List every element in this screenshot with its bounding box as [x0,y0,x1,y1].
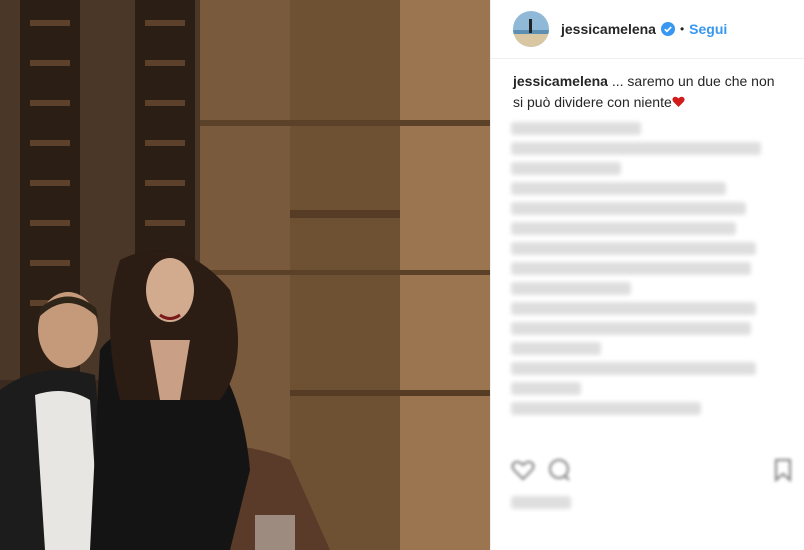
blurred-line [511,362,756,375]
post-caption: jessicamelena ... saremo un due che non … [491,59,804,113]
avatar[interactable] [513,11,549,47]
blurred-line [511,242,756,255]
comment-icon[interactable] [547,458,571,482]
blurred-line [511,162,621,175]
post-actions [511,458,795,509]
caption-username[interactable]: jessicamelena [513,73,608,89]
blurred-line [511,202,746,215]
save-icon[interactable] [771,458,795,482]
like-icon[interactable] [511,458,535,482]
blurred-line [511,302,756,315]
verified-badge-icon [660,22,675,36]
blurred-line [511,282,631,295]
post-header: jessicamelena • Segui [491,0,804,59]
post-panel: jessicamelena • Segui jessicamelena ... … [490,0,804,550]
blurred-line [511,496,571,509]
blurred-line [511,142,761,155]
header-separator: • [679,22,685,36]
blurred-comments [511,122,801,422]
blurred-line [511,262,751,275]
follow-button[interactable]: Segui [689,21,727,37]
blurred-line [511,222,736,235]
post-photo [0,0,490,550]
blurred-line [511,322,751,335]
heart-icon [672,96,685,107]
blurred-line [511,402,701,415]
blurred-line [511,122,641,135]
blurred-line [511,382,581,395]
blurred-line [511,182,726,195]
username-link[interactable]: jessicamelena [561,21,656,37]
blurred-line [511,342,601,355]
